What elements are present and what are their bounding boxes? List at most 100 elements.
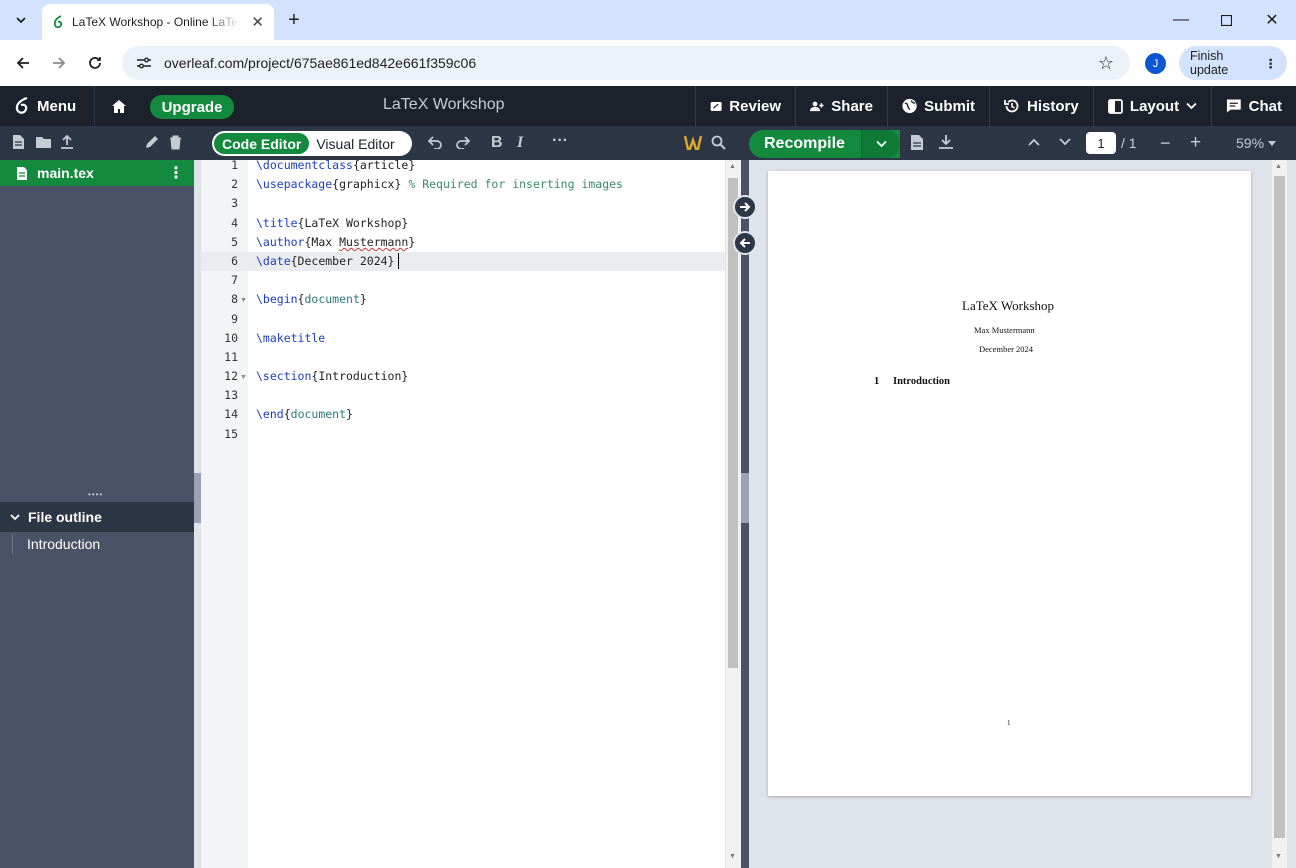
- file-menu-icon[interactable]: ⋮: [168, 163, 184, 183]
- code-line: \begin{document}: [256, 292, 367, 306]
- pdf-title: LaTeX Workshop: [962, 298, 1055, 313]
- project-title[interactable]: LaTeX Workshop: [383, 96, 505, 114]
- latex-argument: {December 2024}: [290, 254, 395, 268]
- file-outline-header[interactable]: File outline: [0, 502, 194, 532]
- filetree-collapse-handle[interactable]: [194, 473, 201, 523]
- undo-icon[interactable]: [428, 136, 443, 149]
- code-editor-toggle[interactable]: Code Editor: [214, 133, 310, 154]
- scroll-up-icon[interactable]: ▲: [1275, 163, 1282, 170]
- menu-label: Menu: [37, 97, 77, 115]
- menu-button[interactable]: Menu: [0, 86, 94, 126]
- pdf-page[interactable]: [768, 171, 1251, 796]
- finish-update-button[interactable]: Finish update ⋮: [1179, 46, 1287, 80]
- latex-argument: }: [408, 235, 416, 249]
- new-file-icon[interactable]: [12, 134, 25, 150]
- outline-resize-handle[interactable]: ••••: [88, 491, 108, 499]
- line-number: 10: [224, 331, 238, 345]
- redo-icon[interactable]: [455, 136, 470, 149]
- outline-item-introduction[interactable]: Introduction: [12, 534, 100, 554]
- upgrade-button[interactable]: Upgrade: [150, 95, 234, 119]
- window-close-icon[interactable]: ✕: [1261, 9, 1283, 31]
- tab-title: LaTeX Workshop - Online LaTeX Editor: [72, 15, 240, 29]
- code-line: \documentclass{article}: [256, 158, 415, 172]
- latex-argument: {graphicx}: [332, 177, 402, 191]
- line-number: 8: [231, 292, 238, 306]
- bookmark-star-icon[interactable]: ☆: [1098, 53, 1114, 74]
- more-vert-icon[interactable]: ⋮: [1265, 56, 1278, 71]
- bold-icon[interactable]: B: [491, 134, 503, 152]
- view-logs-icon[interactable]: [910, 134, 924, 151]
- tab-close-icon[interactable]: ✕: [251, 13, 264, 31]
- more-options-icon[interactable]: ···: [552, 132, 568, 150]
- latex-command: \section: [256, 369, 312, 383]
- share-button[interactable]: Share: [795, 86, 887, 126]
- environment-name: document: [290, 407, 347, 421]
- minimize-icon[interactable]: —: [1170, 9, 1192, 31]
- address-bar[interactable]: overleaf.com/project/675ae861ed842e661f3…: [122, 46, 1130, 80]
- finish-update-label: Finish update: [1190, 49, 1229, 77]
- download-pdf-icon[interactable]: [938, 134, 954, 150]
- tab-search-icon[interactable]: [10, 9, 32, 31]
- zoom-in-icon[interactable]: +: [1190, 132, 1201, 154]
- latex-command: \begin: [256, 292, 298, 306]
- editor-mode-toggle: Code Editor Visual Editor: [212, 131, 412, 156]
- chat-button[interactable]: Chat: [1211, 86, 1296, 126]
- arrow-right-icon: [740, 202, 751, 212]
- scroll-down-icon[interactable]: ▼: [1275, 853, 1282, 860]
- home-button[interactable]: [94, 86, 142, 126]
- line-number: 12: [224, 369, 238, 383]
- forward-icon[interactable]: [48, 52, 70, 74]
- sync-to-pdf-button[interactable]: [733, 195, 757, 219]
- globe-icon: [902, 98, 917, 114]
- scroll-down-icon[interactable]: ▼: [729, 853, 736, 860]
- visual-editor-toggle[interactable]: Visual Editor: [309, 136, 394, 152]
- line-number: 9: [231, 312, 238, 326]
- writefull-icon[interactable]: [684, 135, 702, 150]
- submit-button[interactable]: Submit: [887, 86, 989, 126]
- brace: {: [283, 407, 291, 421]
- pdf-date: December 2024: [979, 344, 1034, 354]
- overleaf-logo-icon: [15, 97, 28, 114]
- previous-page-icon[interactable]: [1028, 138, 1040, 146]
- history-button[interactable]: History: [989, 86, 1093, 126]
- upload-icon[interactable]: [60, 134, 74, 150]
- search-icon[interactable]: [711, 135, 726, 150]
- zoom-dropdown[interactable]: 59%: [1236, 135, 1277, 151]
- pdf-collapse-handle[interactable]: [741, 473, 749, 523]
- page-number-input[interactable]: 1: [1086, 132, 1116, 154]
- fold-arrow-icon[interactable]: ▼: [240, 297, 247, 304]
- profile-avatar[interactable]: J: [1145, 53, 1166, 74]
- url-text: overleaf.com/project/675ae861ed842e661f3…: [164, 55, 477, 71]
- new-tab-icon[interactable]: +: [284, 9, 304, 31]
- latex-argument: {article}: [352, 158, 416, 172]
- layout-label: Layout: [1129, 97, 1180, 115]
- latex-command: \usepackage: [256, 177, 333, 191]
- file-outline-title: File outline: [28, 509, 102, 525]
- file-item-main-tex[interactable]: main.tex ⋮: [0, 160, 194, 186]
- maximize-icon[interactable]: [1215, 9, 1237, 31]
- review-button[interactable]: Review: [695, 86, 795, 126]
- pdf-scrollbar-thumb[interactable]: [1274, 176, 1285, 838]
- sync-to-code-button[interactable]: [733, 231, 757, 255]
- next-page-icon[interactable]: [1059, 138, 1071, 146]
- browser-tab[interactable]: LaTeX Workshop - Online LaTeX Editor ✕: [42, 4, 274, 40]
- rename-pencil-icon[interactable]: [144, 135, 159, 150]
- italic-icon[interactable]: I: [517, 134, 523, 152]
- layout-button[interactable]: Layout: [1093, 86, 1211, 126]
- fold-arrow-icon[interactable]: ▼: [240, 374, 247, 381]
- site-settings-icon[interactable]: [136, 56, 152, 70]
- layout-icon: [1108, 98, 1123, 114]
- submit-label: Submit: [924, 97, 975, 115]
- spelling-error[interactable]: Mustermann: [339, 235, 408, 249]
- recompile-button[interactable]: Recompile: [749, 130, 900, 158]
- scroll-up-icon[interactable]: ▲: [729, 163, 736, 170]
- review-label: Review: [729, 97, 781, 115]
- delete-trash-icon[interactable]: [169, 135, 182, 150]
- zoom-out-icon[interactable]: −: [1160, 133, 1171, 154]
- share-label: Share: [831, 97, 873, 115]
- recompile-options-chevron-icon[interactable]: [861, 130, 900, 158]
- latex-comment: % Required for inserting images: [401, 177, 623, 191]
- new-folder-icon[interactable]: [35, 135, 52, 149]
- reload-icon[interactable]: [84, 52, 106, 74]
- back-icon[interactable]: [12, 52, 34, 74]
